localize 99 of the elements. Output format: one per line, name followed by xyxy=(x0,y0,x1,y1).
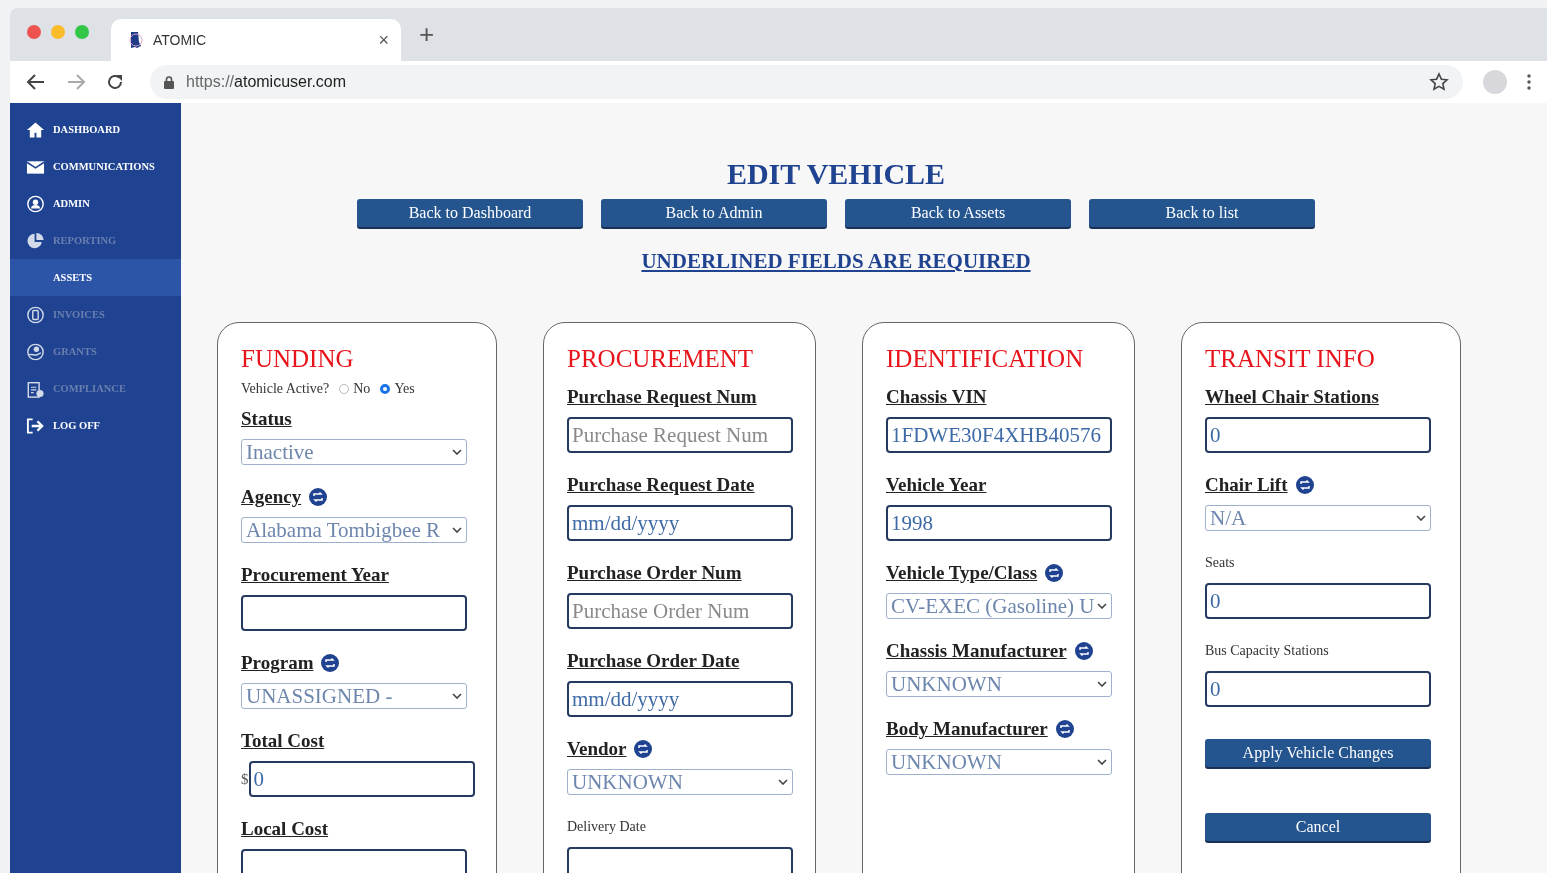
dropdown[interactable]: CV-EXEC (Gasoline) U xyxy=(886,593,1112,619)
chevron-down-icon xyxy=(1097,603,1107,609)
url-text: https://atomicuser.com xyxy=(186,73,348,91)
field-label: Agency xyxy=(241,486,302,508)
map-logo-icon xyxy=(127,31,143,49)
date-field[interactable]: mm/dd/yyyy xyxy=(567,505,793,541)
input-field[interactable]: Purchase Request Num xyxy=(567,417,793,453)
home-icon xyxy=(26,120,45,139)
required-fields-note: UNDERLINED FIELDS ARE REQUIRED xyxy=(641,249,1031,274)
section-heading: FUNDING xyxy=(241,345,355,373)
input-field[interactable]: 1998 xyxy=(886,505,1112,541)
section-heading: IDENTIFICATION xyxy=(886,345,1085,373)
logout-arrow-icon xyxy=(26,416,45,435)
sidebar-item[interactable]: DASHBOARD xyxy=(10,111,181,148)
new-tab-button[interactable]: + xyxy=(419,19,435,50)
input-field[interactable]: Purchase Order Num xyxy=(567,593,793,629)
input-field[interactable]: 0 xyxy=(248,761,475,797)
refresh-icon[interactable] xyxy=(1074,642,1093,660)
field-label: Body Manufacturer xyxy=(886,718,1048,740)
dropdown[interactable]: UNKNOWN xyxy=(886,749,1112,775)
field-label: Vehicle Year xyxy=(886,474,987,496)
chevron-down-icon xyxy=(452,693,462,699)
dropdown[interactable]: Inactive xyxy=(241,439,467,465)
dropdown[interactable]: UNKNOWN xyxy=(886,671,1112,697)
address-bar[interactable]: https://atomicuser.com xyxy=(150,65,1463,99)
section-heading: PROCUREMENT xyxy=(567,345,755,373)
field-label: Procurement Year xyxy=(241,564,389,586)
close-tab-button[interactable]: × xyxy=(378,29,389,51)
field-label: Purchase Order Num xyxy=(567,562,742,584)
browser-tab[interactable]: ATOMIC × xyxy=(111,19,401,61)
field-label: Chassis VIN xyxy=(886,386,987,408)
field-label: Status xyxy=(241,408,292,430)
field-label: Delivery Date xyxy=(567,819,646,835)
chevron-down-icon xyxy=(452,527,462,533)
section-heading: TRANSIT INFO xyxy=(1205,345,1376,373)
field-label: Purchase Request Date xyxy=(567,474,755,496)
field-label: Local Cost xyxy=(241,818,329,840)
back-arrow-icon[interactable] xyxy=(26,73,46,91)
sidebar-item[interactable]: ASSETS xyxy=(10,259,181,296)
dropdown[interactable]: Alabama Tombigbee R xyxy=(241,517,467,543)
dropdown[interactable]: UNASSIGNED - xyxy=(241,683,467,709)
close-window-dot[interactable] xyxy=(27,24,41,39)
field-label: Vehicle Active? xyxy=(241,381,330,397)
maximize-window-dot[interactable] xyxy=(75,24,89,39)
currency-sign: $ xyxy=(241,770,249,788)
input-field[interactable]: 0 xyxy=(1205,671,1431,707)
field-label: Total Cost xyxy=(241,730,325,752)
sidebar-item[interactable]: ADMIN xyxy=(10,185,181,222)
field-label: Purchase Request Num xyxy=(567,386,757,408)
coin-icon xyxy=(26,305,45,324)
field-label: Bus Capacity Stations xyxy=(1205,643,1329,659)
refresh-icon[interactable] xyxy=(634,740,653,758)
reload-icon[interactable] xyxy=(106,73,124,91)
nav-button[interactable]: Back to Assets xyxy=(845,199,1071,227)
input-field[interactable]: 0 xyxy=(1205,583,1431,619)
pie-chart-icon xyxy=(26,231,45,250)
sidebar-item[interactable]: LOG OFF xyxy=(10,407,181,444)
lock-icon xyxy=(164,75,174,89)
form-button[interactable]: Cancel xyxy=(1205,813,1431,841)
sidebar-item[interactable]: COMMUNICATIONS xyxy=(10,148,181,185)
chevron-down-icon xyxy=(1097,759,1107,765)
radio-button[interactable] xyxy=(339,384,350,394)
refresh-icon[interactable] xyxy=(1045,564,1064,582)
dropdown[interactable]: UNKNOWN xyxy=(567,769,793,795)
date-field[interactable]: mm/dd/yyyy xyxy=(567,681,793,717)
input-field[interactable] xyxy=(241,595,467,631)
input-field[interactable]: 0 xyxy=(1205,417,1431,453)
field-label: Vendor xyxy=(567,738,627,760)
refresh-icon[interactable] xyxy=(321,654,340,672)
nav-button[interactable]: Back to list xyxy=(1089,199,1315,227)
nav-button[interactable]: Back to Admin xyxy=(601,199,827,227)
dropdown[interactable]: N/A xyxy=(1205,505,1431,531)
radio-button[interactable] xyxy=(380,384,391,394)
tab-title: ATOMIC xyxy=(153,32,208,48)
radio-label: Yes xyxy=(394,381,415,397)
chevron-down-icon xyxy=(1097,681,1107,687)
input-field[interactable]: 1FDWE30F4XHB40576 xyxy=(886,417,1112,453)
field-label: Purchase Order Date xyxy=(567,650,740,672)
field-label: Vehicle Type/Class xyxy=(886,562,1038,584)
field-label: Chair Lift xyxy=(1205,474,1288,496)
page-title: EDIT VEHICLE xyxy=(726,157,946,191)
bookmark-star-icon[interactable] xyxy=(1429,72,1449,92)
form-button[interactable]: Apply Vehicle Changes xyxy=(1205,739,1431,767)
chevron-down-icon xyxy=(452,449,462,455)
field-label: Wheel Chair Stations xyxy=(1205,386,1379,408)
field-label: Chassis Manufacturer xyxy=(886,640,1067,662)
chevron-down-icon xyxy=(778,779,788,785)
field-label: Seats xyxy=(1205,555,1235,571)
refresh-icon[interactable] xyxy=(1055,720,1074,738)
chevron-down-icon xyxy=(1416,515,1426,521)
refresh-icon[interactable] xyxy=(1295,476,1314,494)
more-menu-icon[interactable] xyxy=(1527,74,1531,90)
radio-label: No xyxy=(353,381,371,397)
user-circle-icon xyxy=(26,194,45,213)
field-label: Program xyxy=(241,652,314,674)
nav-button[interactable]: Back to Dashboard xyxy=(357,199,583,227)
refresh-icon[interactable] xyxy=(309,488,328,506)
input-field[interactable] xyxy=(567,847,793,873)
minimize-window-dot[interactable] xyxy=(51,24,65,39)
